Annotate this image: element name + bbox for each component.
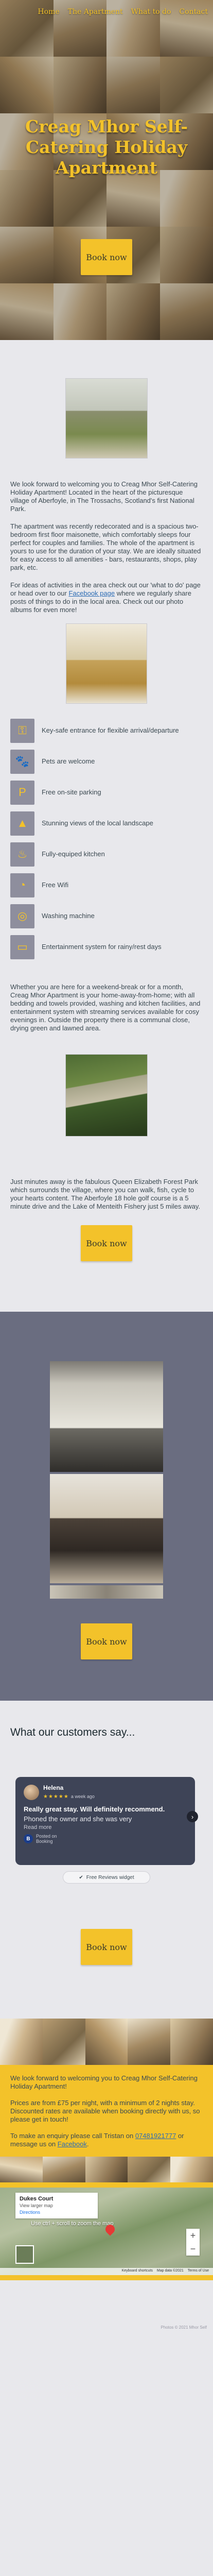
feature-item: ◔ Free Wifi <box>10 870 203 901</box>
map-data-label: Map data ©2021 <box>156 2269 184 2273</box>
gallery-photo-strip <box>50 1585 163 1599</box>
facebook-page-link[interactable]: Facebook page <box>68 589 115 597</box>
reviews-book-now-button[interactable]: Book now <box>81 1929 132 1965</box>
intro-paragraph-1: We look forward to welcoming you to Crea… <box>10 480 198 513</box>
keyboard-shortcuts-link[interactable]: Keyboard shortcuts <box>122 2269 153 2274</box>
kitchen-icon: ♨ <box>10 842 34 867</box>
hero-title: Creag Mhor Self-Catering Holiday Apartme… <box>25 116 188 178</box>
lounge-photo <box>65 378 148 459</box>
review-source-name: Booking <box>36 1839 53 1844</box>
nav-contact[interactable]: Contact <box>179 8 208 16</box>
footer-copyright: Photos © 2021 Mhor Self <box>161 2325 207 2330</box>
balcony-door-photo <box>50 1361 163 1472</box>
reviews-widget-badge[interactable]: ✔ Free Reviews widget <box>63 1871 150 1884</box>
feature-item: ▭ Entertainment system for rainy/rest da… <box>10 931 203 962</box>
tv-icon: ▭ <box>10 935 34 959</box>
feature-text: Key-safe entrance for flexible arrival/d… <box>42 726 179 734</box>
washing-machine-icon: ◎ <box>10 904 34 928</box>
contact-paragraph-3: To make an enquiry please call Tristan o… <box>10 2132 184 2148</box>
nav-the-apartment[interactable]: The Apartment <box>68 8 123 16</box>
location-map[interactable]: Dukes Court View larger map Directions U… <box>0 2188 213 2275</box>
widget-check-icon: ✔ <box>79 1874 83 1880</box>
gallery-section: Book now <box>0 1312 213 1701</box>
avatar <box>24 1785 39 1800</box>
phone-link[interactable]: 07481921777 <box>135 2132 176 2140</box>
next-review-arrow-icon[interactable]: › <box>187 1811 198 1822</box>
gallery-book-now-button[interactable]: Book now <box>81 1623 132 1659</box>
feature-item: ♨ Fully-equiped kitchen <box>10 839 203 870</box>
view-icon: ▲ <box>10 811 34 836</box>
feature-text: Washing machine <box>42 912 95 920</box>
contact-section: We look forward to welcoming you to Crea… <box>0 2065 213 2280</box>
review-text-continued: Phoned the owner and she was very <box>24 1815 132 1823</box>
review-card: Helena ★★★★★ a week ago Really great stay… <box>15 1777 198 1865</box>
terms-of-use-link[interactable]: Terms of Use <box>188 2269 209 2274</box>
dining-table-photo <box>50 1474 163 1583</box>
hero-section: Home The Apartment What to do Contact Cr… <box>0 0 213 340</box>
directions-link[interactable]: Directions <box>20 2210 94 2215</box>
booking-logo-icon: B <box>24 1834 33 1843</box>
review-time: a week ago <box>70 1794 95 1799</box>
more-book-now-button[interactable]: Book now <box>81 1225 132 1261</box>
photo-strip <box>0 2019 213 2065</box>
review-text: Really great stay. Will definitely recom… <box>24 1805 165 1813</box>
map-satellite-toggle[interactable] <box>15 2245 34 2264</box>
review-source-label: Posted on <box>36 1834 57 1839</box>
features-list: ⚿ Key-safe entrance for flexible arrival… <box>0 704 213 962</box>
more-info-section: Whether you are here for a weekend-break… <box>0 962 213 1261</box>
forest-path-photo <box>65 1054 148 1137</box>
map-zoom-controls: + − <box>186 2229 200 2256</box>
zoom-out-button[interactable]: − <box>186 2242 200 2256</box>
feature-item: 🐾 Pets are welcome <box>10 746 203 777</box>
map-place-title: Dukes Court <box>20 2196 54 2202</box>
map-footer: Keyboard shortcuts Map data ©2021 Terms … <box>0 2268 213 2275</box>
hero-book-now-button[interactable]: Book now <box>81 239 132 275</box>
parking-icon: P <box>10 780 34 805</box>
feature-text: Stunning views of the local landscape <box>42 819 153 827</box>
reviewer-name: Helena <box>43 1784 64 1791</box>
view-larger-map-link[interactable]: View larger map <box>20 2203 94 2208</box>
facebook-link[interactable]: Facebook <box>58 2140 87 2148</box>
nav-what-to-do[interactable]: What to do <box>131 8 171 16</box>
reviews-section: What our customers say... Helena ★★★★★ a … <box>0 1701 213 1965</box>
reviews-heading: What our customers say... <box>10 1726 135 1738</box>
feature-text: Pets are welcome <box>42 757 95 765</box>
wifi-icon: ◔ <box>10 873 34 897</box>
intro-paragraph-3: For ideas of activities in the area chec… <box>10 581 201 614</box>
widget-label: Free Reviews widget <box>86 1874 134 1880</box>
intro-section: We look forward to welcoming you to Crea… <box>0 340 213 704</box>
feature-text: Free on-site parking <box>42 788 101 796</box>
paw-icon: 🐾 <box>10 749 34 774</box>
bedroom-photo <box>66 623 147 704</box>
feature-text: Entertainment system for rainy/rest days <box>42 943 162 951</box>
nav-home[interactable]: Home <box>38 8 59 16</box>
feature-item: P Free on-site parking <box>10 777 203 808</box>
page-footer: Photos © 2021 Mhor Self <box>0 2280 213 2337</box>
key-icon: ⚿ <box>10 718 34 743</box>
intro-paragraph-2: The apartment was recently redecorated a… <box>10 522 201 571</box>
map-zoom-hint: Use ctrl + scroll to zoom the map <box>31 2221 114 2227</box>
feature-text: Free Wifi <box>42 881 68 889</box>
map-place-card: Dukes Court View larger map Directions <box>15 2193 98 2218</box>
feature-text: Fully-equiped kitchen <box>42 850 105 858</box>
feature-item: ⚿ Key-safe entrance for flexible arrival… <box>10 715 203 746</box>
more-paragraph-2: Just minutes away is the fabulous Queen … <box>10 1178 200 1210</box>
zoom-in-button[interactable]: + <box>186 2229 200 2242</box>
contact-paragraph-2: Prices are from £75 per night, with a mi… <box>10 2099 200 2123</box>
read-more-link[interactable]: Read more <box>24 1824 187 1831</box>
contact-photos <box>0 2157 213 2182</box>
feature-item: ▲ Stunning views of the local landscape <box>10 808 203 839</box>
feature-item: ◎ Washing machine <box>10 901 203 931</box>
star-rating: ★★★★★ <box>43 1794 69 1800</box>
main-nav: Home The Apartment What to do Contact <box>0 0 213 24</box>
contact-paragraph-1: We look forward to welcoming you to Crea… <box>10 2074 198 2090</box>
more-paragraph-1: Whether you are here for a weekend-break… <box>10 983 201 1032</box>
